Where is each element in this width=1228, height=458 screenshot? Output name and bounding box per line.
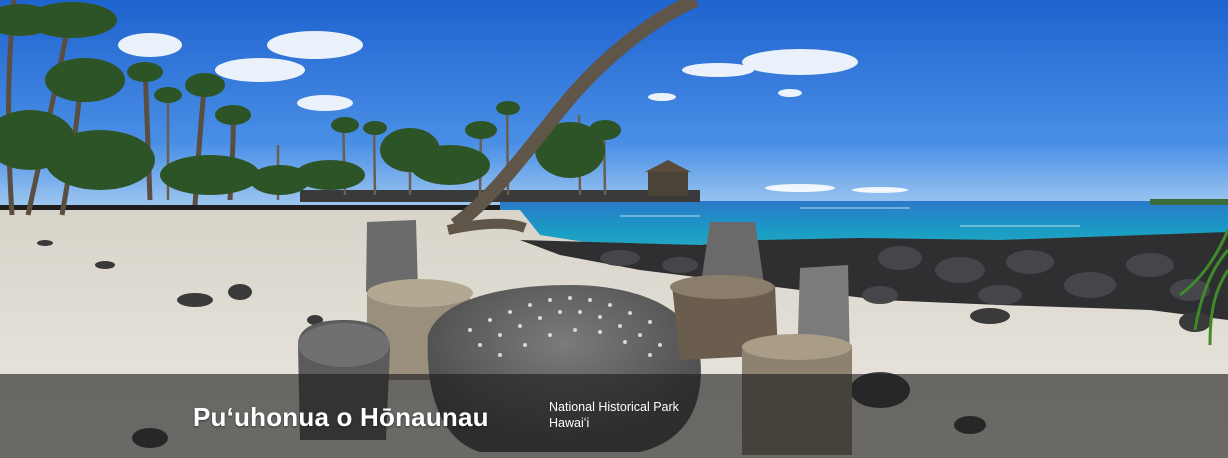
park-name-heading: Puʻuhonua o Hōnaunau xyxy=(193,402,489,432)
park-state: Hawaiʻi xyxy=(549,416,590,430)
hale-structure xyxy=(648,170,688,196)
hero-banner: Puʻuhonua o Hōnaunau National Historical… xyxy=(0,0,1228,458)
park-designation: National Historical Park xyxy=(549,400,679,414)
title-overlay xyxy=(0,374,1228,458)
